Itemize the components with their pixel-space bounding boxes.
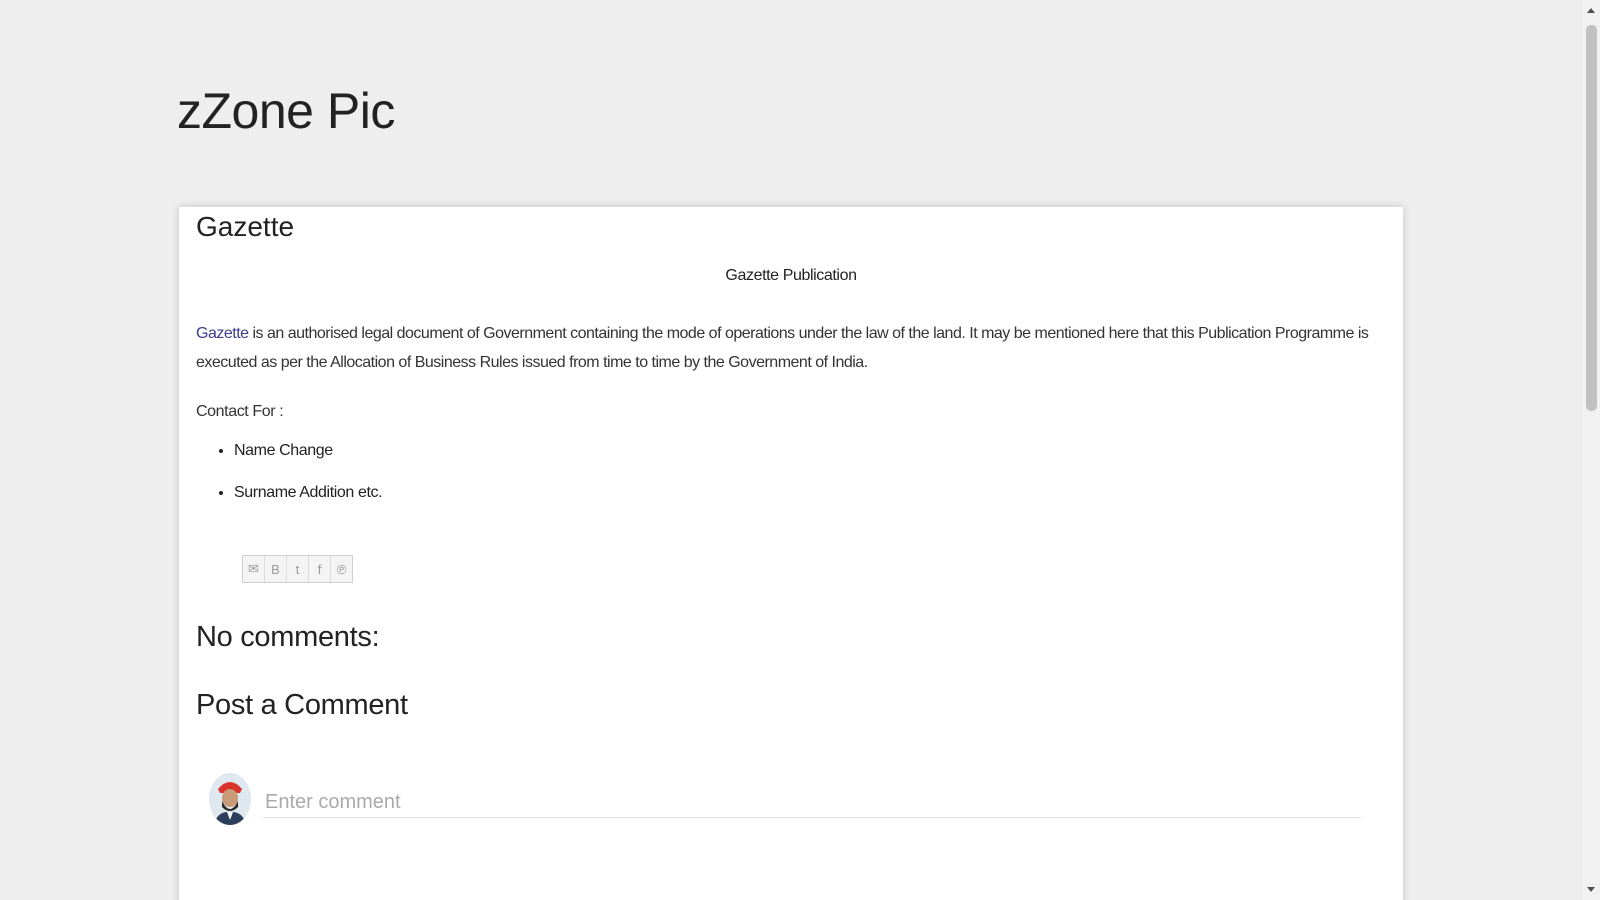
- blog-this-icon[interactable]: B: [265, 556, 287, 582]
- page: zZone Pic Gazette Gazette Publication Ga…: [0, 0, 1600, 900]
- email-icon[interactable]: ✉: [243, 556, 265, 582]
- scroll-up-icon[interactable]: [1587, 8, 1595, 13]
- post-comment-heading: Post a Comment: [196, 689, 408, 721]
- post-title[interactable]: Gazette: [196, 207, 294, 247]
- comment-row: [209, 773, 1377, 833]
- pinterest-icon[interactable]: ℗: [331, 556, 352, 582]
- contact-list: Name Change Surname Addition etc.: [215, 441, 383, 525]
- facebook-icon[interactable]: f: [309, 556, 331, 582]
- post-body: Gazette is an authorised legal document …: [196, 319, 1383, 377]
- comment-input[interactable]: [263, 787, 1361, 818]
- share-buttons: ✉ B t f ℗: [242, 555, 353, 583]
- scrollbar[interactable]: [1583, 0, 1600, 900]
- scroll-thumb[interactable]: [1586, 25, 1597, 411]
- avatar[interactable]: [209, 773, 251, 825]
- list-item: Surname Addition etc.: [234, 483, 383, 525]
- gazette-link[interactable]: Gazette: [196, 325, 249, 342]
- comments-heading: No comments:: [196, 621, 380, 653]
- list-item: Name Change: [234, 441, 382, 483]
- blog-title[interactable]: zZone Pic: [177, 78, 395, 144]
- post-card: Gazette Gazette Publication Gazette is a…: [179, 207, 1403, 900]
- post-subtitle: Gazette Publication: [725, 267, 857, 284]
- twitter-icon[interactable]: t: [287, 556, 309, 582]
- avatar-icon: [209, 773, 251, 825]
- post-body-text: is an authorised legal document of Gover…: [196, 325, 1369, 371]
- scroll-down-icon[interactable]: [1587, 887, 1595, 892]
- contact-label: Contact For :: [196, 403, 284, 420]
